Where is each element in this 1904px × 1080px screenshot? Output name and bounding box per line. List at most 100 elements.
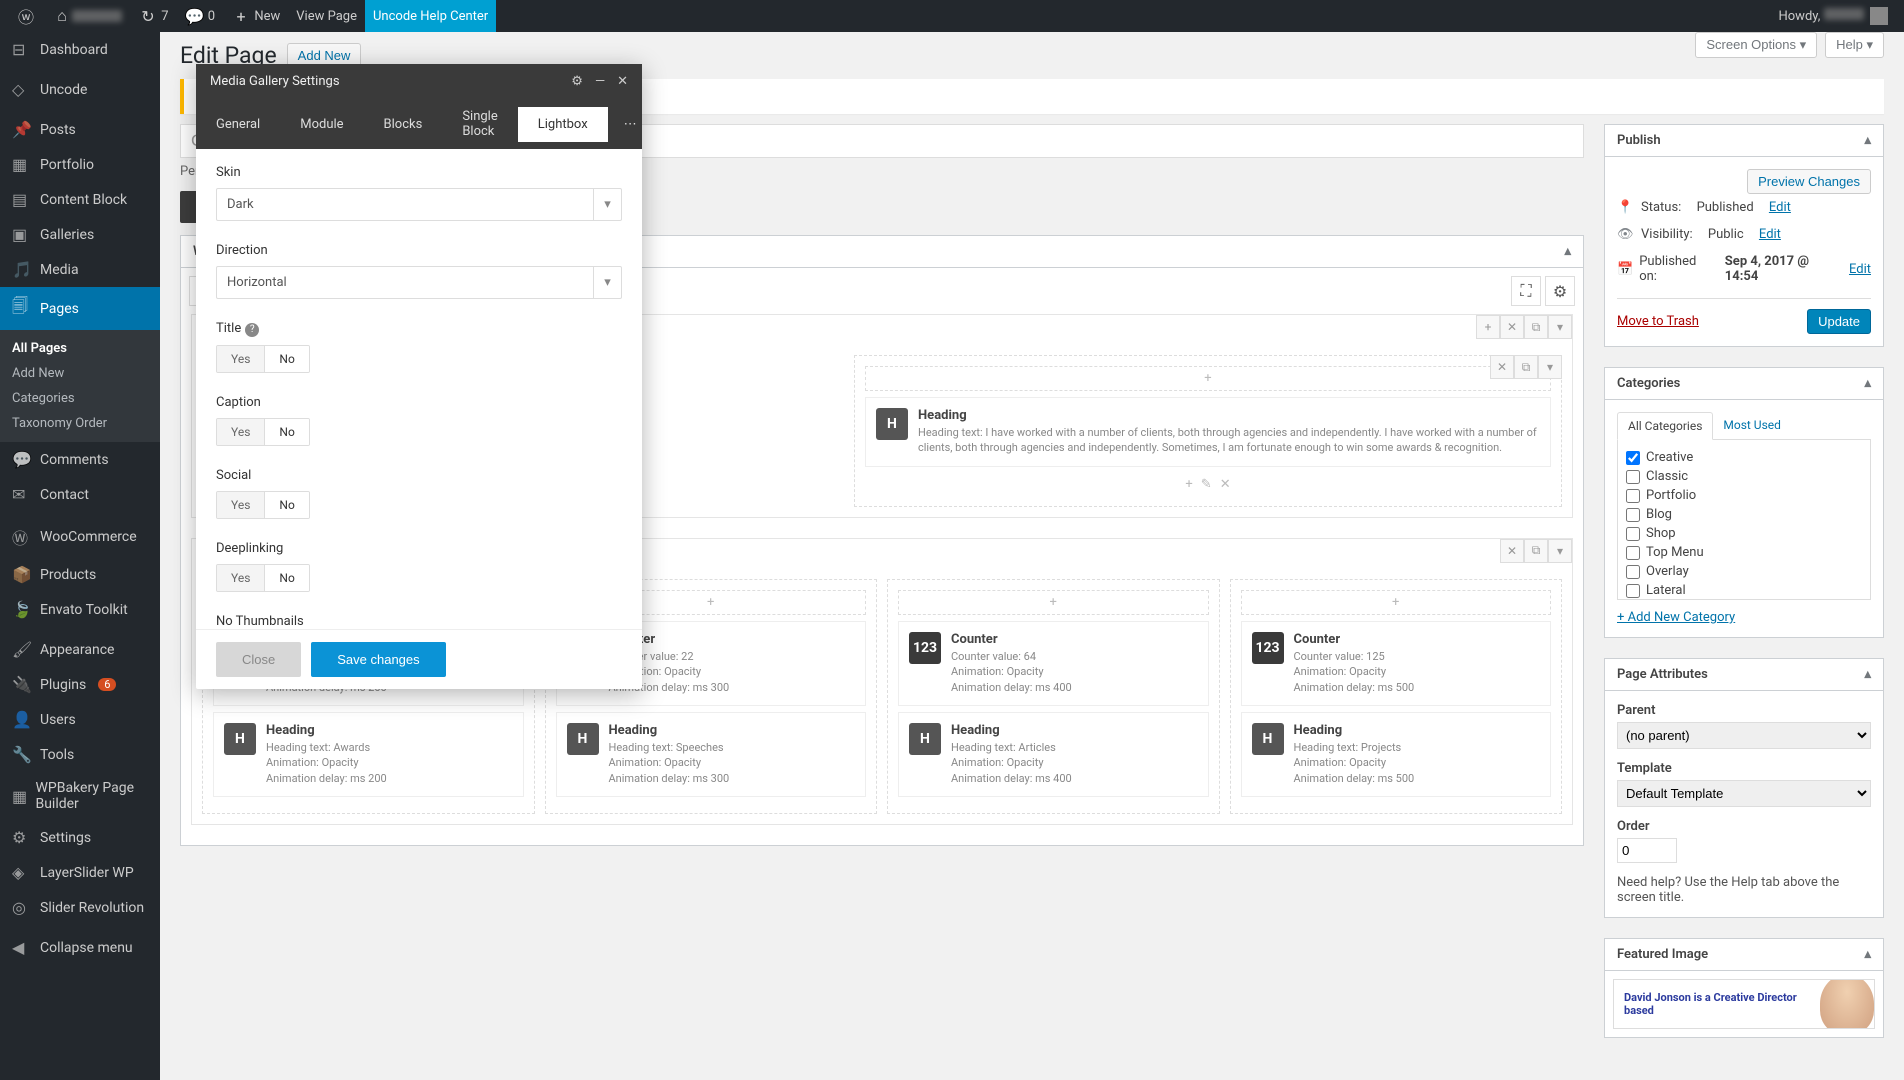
preview-changes-button[interactable]: Preview Changes [1747,169,1871,194]
sidebar-item-woocommerce[interactable]: ⓌWooCommerce [0,517,160,557]
sidebar-item-slider-rev[interactable]: ◎Slider Revolution [0,890,160,925]
caption-yes-button[interactable]: Yes [217,419,265,445]
cat-toggle[interactable]: ▴ [1864,376,1871,391]
wp-logo[interactable]: ⓦ [8,0,44,32]
category-checkbox[interactable] [1626,508,1640,522]
sidebar-item-envato[interactable]: 🍃Envato Toolkit [0,592,160,627]
update-button[interactable]: Update [1807,309,1871,334]
pb-fullscreen-button[interactable]: ⛶ [1511,276,1541,306]
updates[interactable]: ↻ 7 [130,0,177,32]
modal-minimize-icon[interactable]: — [595,74,605,89]
howdy-label[interactable]: Howdy, [1778,8,1863,24]
heading-element[interactable]: H HeadingHeading text: ArticlesAnimation… [898,712,1209,797]
title-yes-button[interactable]: Yes [217,346,265,372]
feat-toggle[interactable]: ▴ [1864,947,1871,962]
avatar[interactable] [1870,7,1888,25]
heading-element[interactable]: H Heading Heading text: I have worked wi… [865,397,1551,467]
social-yes-button[interactable]: Yes [217,492,265,518]
el-add-icon[interactable]: + [1185,477,1192,492]
sidebar-sub-all-pages[interactable]: All Pages [0,336,160,361]
col-down-icon[interactable]: ▾ [1538,355,1562,379]
sidebar-item-users[interactable]: 👤Users [0,702,160,737]
modal-tab-general[interactable]: General [196,107,280,142]
cat-tab-all[interactable]: All Categories [1617,412,1713,440]
sidebar-item-posts[interactable]: 📌Posts [0,112,160,147]
category-creative[interactable]: Creative [1626,448,1862,467]
row-dup-icon[interactable]: ⧉ [1524,315,1548,339]
category-checkbox[interactable] [1626,489,1640,503]
sidebar-sub-categories[interactable]: Categories [0,386,160,411]
row2-close-icon[interactable]: ✕ [1500,539,1524,563]
sidebar-item-products[interactable]: 📦Products [0,557,160,592]
social-no-button[interactable]: No [265,492,308,518]
sidebar-item-portfolio[interactable]: ▦Portfolio [0,147,160,182]
col-close-icon[interactable]: ✕ [1490,355,1514,379]
heading-element[interactable]: H HeadingHeading text: SpeechesAnimation… [556,712,867,797]
template-select[interactable]: Default Template [1617,780,1871,807]
pb-settings-button[interactable]: ⚙ [1545,276,1575,306]
category-checkbox[interactable] [1626,584,1640,598]
sidebar-item-dashboard[interactable]: ⊟Dashboard [0,32,160,67]
row-add-icon[interactable]: + [1476,315,1500,339]
deeplinking-yes-button[interactable]: Yes [217,565,265,591]
modal-more-icon[interactable]: ⋯ [608,107,655,142]
sidebar-item-settings[interactable]: ⚙Settings [0,820,160,855]
row2-dup-icon[interactable]: ⧉ [1524,539,1548,563]
deeplinking-no-button[interactable]: No [265,565,308,591]
publish-toggle[interactable]: ▴ [1864,133,1871,148]
category-overlay[interactable]: Overlay [1626,562,1862,581]
modal-tab-module[interactable]: Module [280,107,363,142]
help-icon[interactable]: ? [245,323,259,337]
direction-select[interactable]: Horizontal ▾ [216,266,622,299]
modal-save-button[interactable]: Save changes [311,642,445,677]
category-portfolio[interactable]: Portfolio [1626,486,1862,505]
sidebar-item-plugins[interactable]: 🔌Plugins6 [0,667,160,702]
visibility-edit-link[interactable]: Edit [1759,227,1781,242]
counter-element[interactable]: 123 CounterCounter value: 64Animation: O… [898,621,1209,706]
category-classic[interactable]: Classic [1626,467,1862,486]
title-no-button[interactable]: No [265,346,308,372]
sidebar-item-comments[interactable]: 💬Comments [0,442,160,477]
panel-toggle[interactable]: ▴ [1564,244,1571,259]
modal-close-icon[interactable]: ✕ [617,74,628,89]
category-checkbox[interactable] [1626,527,1640,541]
date-edit-link[interactable]: Edit [1849,262,1871,277]
column-add-button[interactable]: + [898,590,1209,615]
sidebar-item-wpbakery[interactable]: ▦WPBakery Page Builder [0,772,160,820]
sidebar-collapse[interactable]: ◀Collapse menu [0,930,160,965]
sidebar-item-uncode[interactable]: ◇Uncode [0,72,160,107]
sidebar-item-contact[interactable]: ✉Contact [0,477,160,512]
sidebar-item-content-block[interactable]: ▤Content Block [0,182,160,217]
sidebar-item-tools[interactable]: 🔧Tools [0,737,160,772]
sidebar-item-galleries[interactable]: ▣Galleries [0,217,160,252]
category-checkbox[interactable] [1626,470,1640,484]
parent-select[interactable]: (no parent) [1617,722,1871,749]
sidebar-item-layerslider[interactable]: ◈LayerSlider WP [0,855,160,890]
sidebar-sub-taxonomy[interactable]: Taxonomy Order [0,411,160,436]
category-checkbox[interactable] [1626,565,1640,579]
column-add-button[interactable]: + [1241,590,1552,615]
modal-close-button[interactable]: Close [216,642,301,677]
cat-tab-used[interactable]: Most Used [1713,412,1791,439]
help-button[interactable]: Help ▾ [1825,32,1884,58]
category-shop[interactable]: Shop [1626,524,1862,543]
category-checkbox[interactable] [1626,451,1640,465]
modal-tab-single-block[interactable]: Single Block [442,99,517,149]
sidebar-item-media[interactable]: 🎵Media [0,252,160,287]
screen-options-button[interactable]: Screen Options ▾ [1695,32,1817,58]
add-category-link[interactable]: + Add New Category [1617,610,1735,625]
trash-link[interactable]: Move to Trash [1617,314,1699,329]
help-center-link[interactable]: Uncode Help Center [365,0,496,32]
caption-no-button[interactable]: No [265,419,308,445]
skin-select[interactable]: Dark ▾ [216,188,622,221]
status-edit-link[interactable]: Edit [1769,200,1791,215]
modal-tab-blocks[interactable]: Blocks [364,107,443,142]
category-checkbox[interactable] [1626,546,1640,560]
view-page-link[interactable]: View Page [288,0,365,32]
category-lateral[interactable]: Lateral [1626,581,1862,600]
order-input[interactable] [1617,838,1677,863]
attrs-toggle[interactable]: ▴ [1864,667,1871,682]
column-add-button[interactable]: + [865,366,1551,391]
comments-bubble[interactable]: 💬 0 [177,0,224,32]
new-content[interactable]: + New [223,0,288,32]
